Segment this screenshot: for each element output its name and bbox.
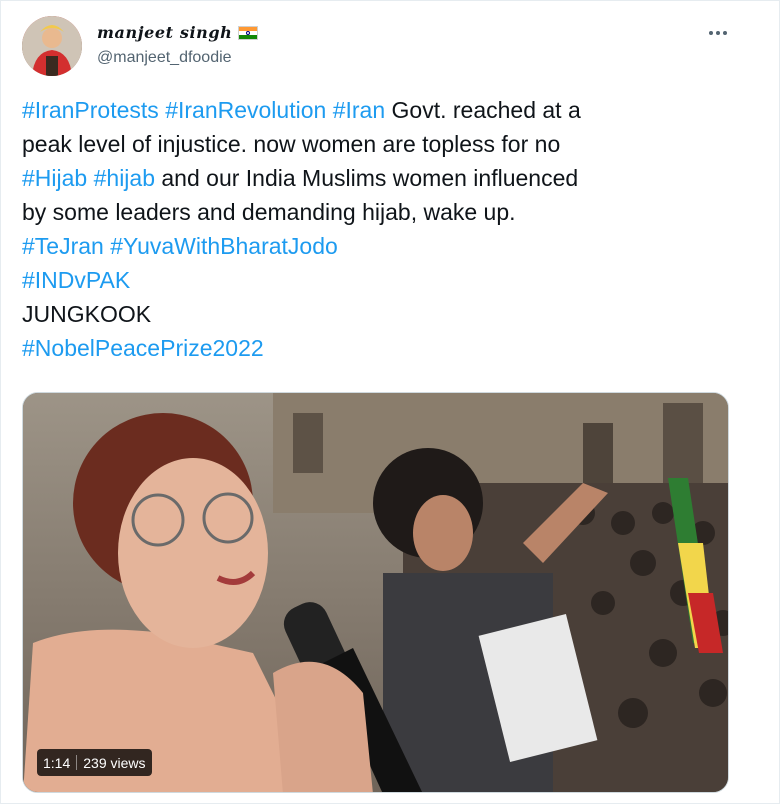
tweet-text: #IranProtests #IranRevolution #Iran Govt… [22,93,742,365]
more-dot [723,31,727,35]
video-duration: 1:14 [43,754,71,771]
video-player[interactable]: 1:14 239 views [22,392,729,793]
hashtag-link[interactable]: #Iran [333,97,385,123]
hashtag-link[interactable]: #IranProtests [22,97,159,123]
avatar[interactable] [22,16,82,76]
avatar-image [22,16,82,76]
hashtag-link[interactable]: #YuvaWithBharatJodo [110,233,338,259]
tweet-card: manjeet singh @manjeet_dfoodie #IranProt… [0,0,780,804]
hashtag-link[interactable]: #IranRevolution [165,97,326,123]
video-view-count: 239 views [83,754,146,771]
more-horizontal-icon [709,31,713,35]
india-flag-icon [238,25,259,40]
hashtag-link[interactable]: #NobelPeacePrize2022 [22,335,264,361]
display-name-row: manjeet singh [97,23,259,42]
hashtag-link[interactable]: #hijab [94,165,155,191]
hashtag-link[interactable]: #Hijab [22,165,87,191]
badge-divider [76,755,78,770]
tweet-text-segment: JUNGKOOK [22,301,152,327]
more-dot [716,31,720,35]
more-options-button[interactable] [703,21,733,45]
hashtag-link[interactable]: #INDvPAK [22,267,130,293]
user-handle[interactable]: @manjeet_dfoodie [97,49,232,67]
hashtag-link[interactable]: #TeJran [22,233,104,259]
display-name[interactable]: manjeet singh [97,23,232,42]
video-info-badge: 1:14 239 views [37,749,152,776]
video-thumbnail [23,393,728,792]
